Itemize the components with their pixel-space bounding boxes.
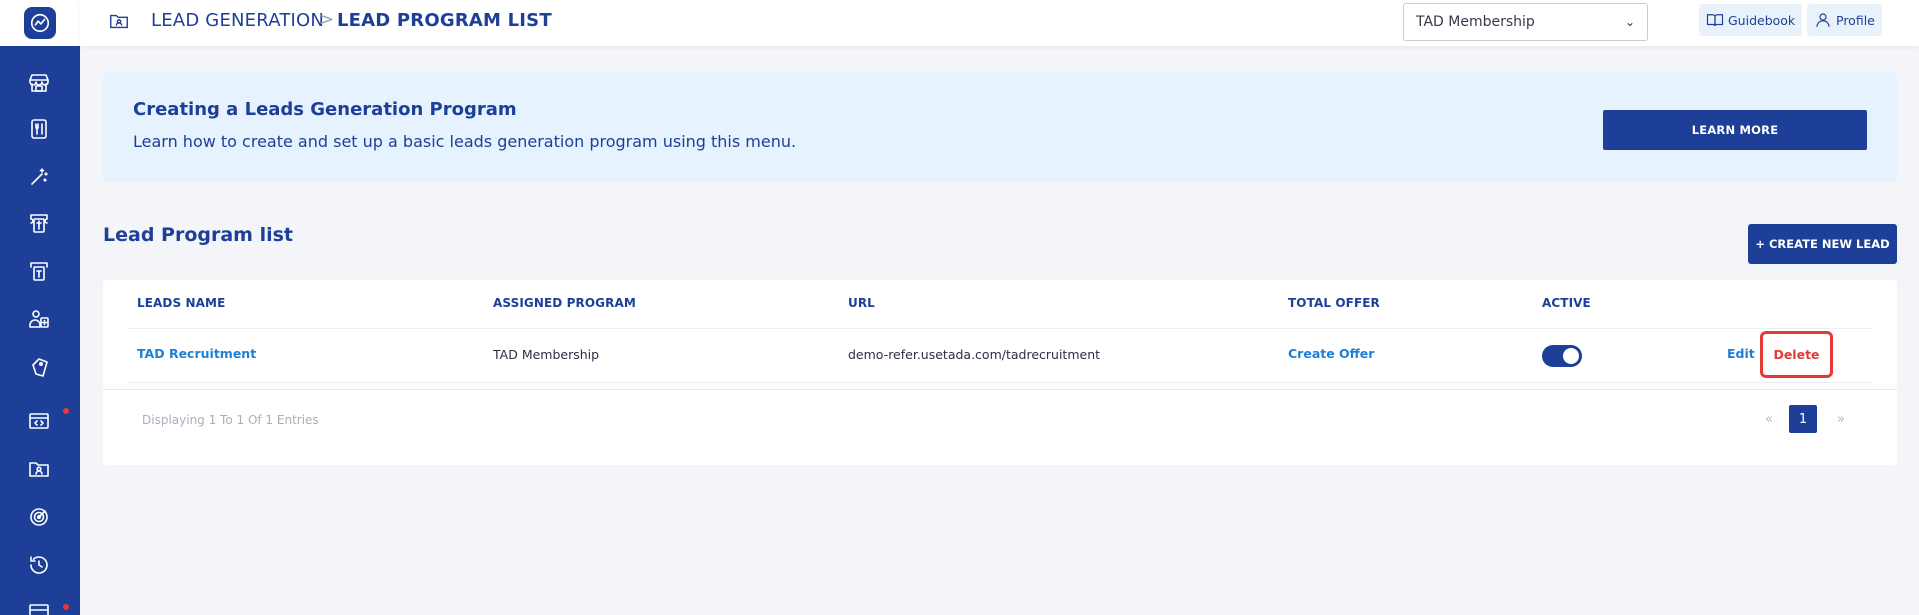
url-cell: demo-refer.usetada.com/tadrecruitment	[848, 347, 1101, 362]
menu-board-icon[interactable]	[24, 114, 54, 144]
user-icon	[1816, 13, 1830, 27]
pagination-page-1[interactable]: 1	[1789, 405, 1817, 433]
column-header-active: ACTIVE	[1542, 296, 1591, 310]
breadcrumb-separator: >	[319, 9, 335, 30]
history-icon[interactable]	[24, 550, 54, 580]
target-icon[interactable]	[24, 502, 54, 532]
banner-description: Learn how to create and set up a basic l…	[133, 132, 797, 151]
lead-name-link[interactable]: TAD Recruitment	[137, 346, 256, 361]
header-divider	[127, 328, 1873, 329]
store-icon[interactable]	[24, 68, 54, 98]
magic-wand-icon[interactable]	[24, 162, 54, 192]
profile-button[interactable]: Profile	[1807, 4, 1882, 36]
banner-title: Creating a Leads Generation Program	[133, 99, 517, 120]
info-banner: Creating a Leads Generation Program Lear…	[103, 72, 1897, 182]
guidebook-label: Guidebook	[1728, 12, 1796, 28]
pagination-prev[interactable]: «	[1757, 405, 1781, 433]
book-icon	[1706, 14, 1724, 27]
folder-user-icon[interactable]	[24, 454, 54, 484]
folder-user-icon	[108, 10, 130, 32]
delete-link[interactable]: Delete	[1773, 347, 1819, 362]
entries-count: Displaying 1 To 1 Of 1 Entries	[142, 413, 319, 427]
voucher-icon[interactable]	[24, 256, 54, 286]
breadcrumb-current: LEAD PROGRAM LIST	[337, 10, 552, 31]
logo-area[interactable]	[0, 0, 80, 46]
ticket-icon[interactable]	[24, 208, 54, 238]
chevron-down-icon: ⌄	[1624, 15, 1635, 29]
delete-highlight[interactable]: Delete	[1760, 331, 1833, 378]
row-divider	[127, 382, 1873, 383]
code-window-icon[interactable]	[24, 406, 54, 436]
gift-card-icon[interactable]	[24, 598, 54, 615]
notification-dot	[63, 408, 69, 414]
guidebook-button[interactable]: Guidebook	[1699, 4, 1803, 36]
active-toggle[interactable]	[1542, 345, 1582, 367]
notification-dot	[63, 604, 69, 610]
user-add-icon[interactable]	[24, 304, 54, 334]
program-select-value: TAD Membership	[1416, 14, 1535, 30]
tag-icon[interactable]	[24, 353, 54, 383]
section-title: Lead Program list	[103, 224, 293, 246]
column-header-assigned-program: ASSIGNED PROGRAM	[493, 296, 636, 310]
sidebar	[0, 0, 80, 615]
column-header-leads-name: LEADS NAME	[137, 296, 226, 310]
column-header-url: URL	[848, 296, 875, 310]
create-offer-link[interactable]: Create Offer	[1288, 346, 1374, 361]
top-header: LEAD GENERATION > LEAD PROGRAM LIST TAD …	[80, 0, 1919, 46]
create-new-lead-button[interactable]: + CREATE NEW LEAD	[1748, 224, 1897, 264]
breadcrumb-lead-generation[interactable]: LEAD GENERATION	[151, 10, 324, 31]
learn-more-button[interactable]: LEARN MORE	[1603, 110, 1867, 150]
profile-label: Profile	[1836, 12, 1875, 28]
pagination-next[interactable]: »	[1829, 405, 1853, 433]
app-logo-icon[interactable]	[24, 7, 56, 39]
assigned-program-cell: TAD Membership	[493, 347, 600, 362]
column-header-total-offer: TOTAL OFFER	[1288, 296, 1380, 310]
edit-link[interactable]: Edit	[1727, 346, 1755, 361]
lead-program-table: LEADS NAME ASSIGNED PROGRAM URL TOTAL OF…	[103, 280, 1897, 465]
footer-divider	[103, 389, 1897, 390]
program-select[interactable]: TAD Membership ⌄	[1403, 3, 1648, 41]
